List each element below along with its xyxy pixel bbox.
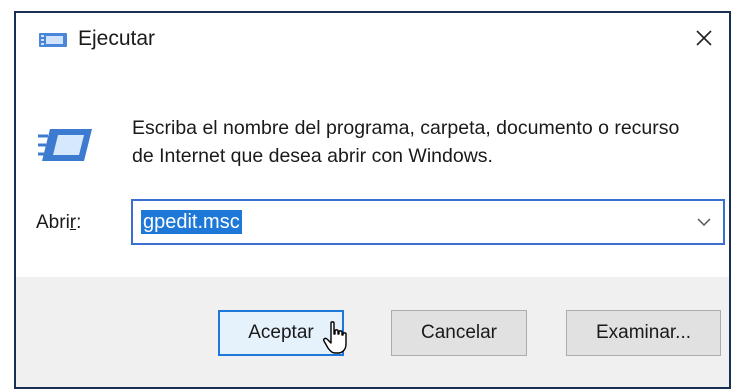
close-icon	[696, 30, 712, 46]
run-description: Escriba el nombre del programa, carpeta,…	[132, 117, 680, 167]
window-title: Ejecutar	[78, 27, 156, 50]
chevron-down-icon	[697, 218, 711, 227]
screen: Ejecutar Escriba el nombre del programa,…	[0, 0, 741, 392]
open-combobox[interactable]: gpedit.msc	[131, 199, 725, 245]
dialog-body: Escriba el nombre del programa, carpeta,…	[16, 69, 729, 277]
title-bar[interactable]: Ejecutar	[16, 13, 729, 69]
open-input-value[interactable]: gpedit.msc	[141, 210, 242, 234]
run-dialog: Ejecutar Escriba el nombre del programa,…	[14, 11, 731, 389]
browse-button[interactable]: Examinar...	[566, 310, 721, 356]
cancel-button[interactable]: Cancelar	[391, 310, 527, 356]
open-label-prefix: Abri	[36, 212, 70, 233]
open-label-suffix: :	[76, 212, 82, 233]
dropdown-button[interactable]	[689, 207, 719, 237]
close-button[interactable]	[679, 13, 729, 63]
run-icon	[38, 129, 92, 161]
button-bar: Aceptar Cancelar Examinar...	[16, 277, 729, 387]
mouse-cursor-icon	[323, 321, 347, 354]
open-label: Abrir:	[36, 212, 81, 234]
run-icon	[39, 33, 67, 47]
